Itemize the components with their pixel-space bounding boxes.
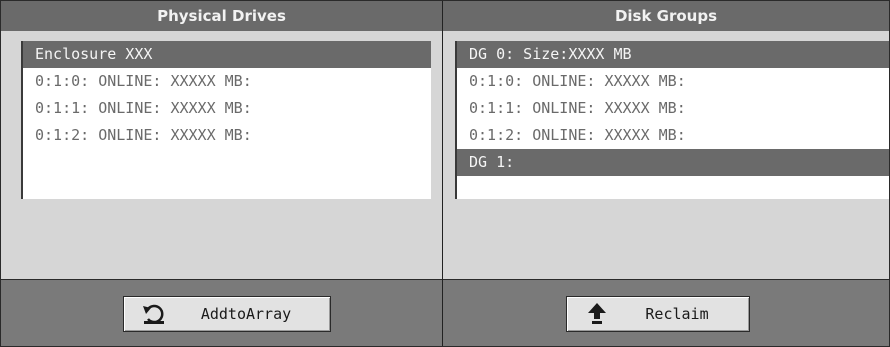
drive-configuration-window: Physical Drives Enclosure XXX 0:1:0: ONL…: [0, 0, 890, 347]
add-to-array-label: AddtoArray: [200, 305, 292, 323]
list-item-dg0-drive-0-1-2[interactable]: 0:1:2: ONLINE: XXXXX MB:: [457, 122, 889, 149]
disk-groups-footer: Reclaim: [443, 280, 889, 346]
up-arrow-icon: [585, 302, 609, 326]
reclaim-button[interactable]: Reclaim: [566, 296, 750, 332]
reclaim-label: Reclaim: [645, 305, 709, 323]
list-item-drive-0-1-2[interactable]: 0:1:2: ONLINE: XXXXX MB:: [23, 122, 431, 149]
list-item-dg-0[interactable]: DG 0: Size:XXXX MB: [457, 41, 889, 68]
disk-groups-panel: Disk Groups DG 0: Size:XXXX MB 0:1:0: ON…: [443, 1, 889, 346]
list-item-drive-0-1-1[interactable]: 0:1:1: ONLINE: XXXXX MB:: [23, 95, 431, 122]
list-item-enclosure[interactable]: Enclosure XXX: [23, 41, 431, 68]
physical-drives-list[interactable]: Enclosure XXX 0:1:0: ONLINE: XXXXX MB: 0…: [21, 41, 431, 199]
disk-groups-list[interactable]: DG 0: Size:XXXX MB 0:1:0: ONLINE: XXXXX …: [455, 41, 889, 199]
disk-groups-title: Disk Groups: [443, 1, 889, 31]
list-item-drive-0-1-0[interactable]: 0:1:0: ONLINE: XXXXX MB:: [23, 68, 431, 95]
physical-drives-content: Enclosure XXX 0:1:0: ONLINE: XXXXX MB: 0…: [1, 31, 442, 280]
add-to-array-button[interactable]: AddtoArray: [123, 296, 331, 332]
physical-drives-title: Physical Drives: [1, 1, 442, 31]
list-item-dg0-drive-0-1-1[interactable]: 0:1:1: ONLINE: XXXXX MB:: [457, 95, 889, 122]
disk-groups-content: DG 0: Size:XXXX MB 0:1:0: ONLINE: XXXXX …: [443, 31, 889, 280]
physical-drives-footer: AddtoArray: [1, 280, 442, 346]
physical-drives-panel: Physical Drives Enclosure XXX 0:1:0: ONL…: [1, 1, 442, 346]
add-to-array-icon: [142, 302, 166, 326]
list-item-dg0-drive-0-1-0[interactable]: 0:1:0: ONLINE: XXXXX MB:: [457, 68, 889, 95]
list-item-dg-1[interactable]: DG 1:: [457, 149, 889, 176]
